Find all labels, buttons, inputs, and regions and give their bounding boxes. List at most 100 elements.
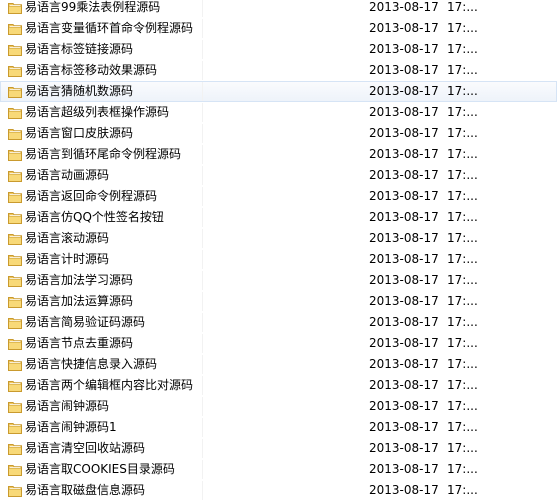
time-modified: 17:... xyxy=(447,0,478,14)
file-row[interactable]: 易语言清空回收站源码 2013-08-17 17:... xyxy=(0,438,557,459)
date-modified: 2013-08-17 xyxy=(369,42,439,56)
folder-icon xyxy=(8,107,22,119)
file-name-cell[interactable]: 易语言取磁盘信息源码 xyxy=(1,481,201,500)
time-modified: 17:... xyxy=(447,210,478,224)
column-separator xyxy=(202,229,203,248)
folder-icon xyxy=(8,296,22,308)
file-name-cell[interactable]: 易语言加法学习源码 xyxy=(1,271,201,290)
file-row[interactable]: 易语言取磁盘信息源码 2013-08-17 17:... xyxy=(0,480,557,501)
file-row[interactable]: 易语言返回命令例程源码 2013-08-17 17:... xyxy=(0,186,557,207)
file-row[interactable]: 易语言窗口皮肤源码 2013-08-17 17:... xyxy=(0,123,557,144)
file-row[interactable]: 易语言计时源码 2013-08-17 17:... xyxy=(0,249,557,270)
file-name: 易语言超级列表框操作源码 xyxy=(25,105,170,119)
date-modified: 2013-08-17 xyxy=(369,399,439,413)
file-row[interactable]: 易语言闹钟源码1 2013-08-17 17:... xyxy=(0,417,557,438)
file-name: 易语言99乘法表例程源码 xyxy=(25,0,161,14)
date-modified: 2013-08-17 xyxy=(369,315,439,329)
file-name-cell[interactable]: 易语言仿QQ个性签名按钮 xyxy=(1,208,201,227)
file-name: 易语言变量循环首命令例程源码 xyxy=(25,21,194,35)
file-name-cell[interactable]: 易语言闹钟源码 xyxy=(1,397,201,416)
folder-icon xyxy=(8,380,22,392)
time-modified: 17:... xyxy=(447,357,478,371)
file-name-cell[interactable]: 易语言返回命令例程源码 xyxy=(1,187,201,206)
file-name-cell[interactable]: 易语言到循环尾命令例程源码 xyxy=(1,145,201,164)
folder-icon xyxy=(8,443,22,455)
file-name-cell[interactable]: 易语言滚动源码 xyxy=(1,229,201,248)
date-modified: 2013-08-17 xyxy=(369,336,439,350)
file-name-cell[interactable]: 易语言变量循环首命令例程源码 xyxy=(1,19,201,38)
file-row[interactable]: 易语言快捷信息录入源码 2013-08-17 17:... xyxy=(0,354,557,375)
column-separator xyxy=(202,292,203,311)
column-separator xyxy=(202,418,203,437)
file-name-cell[interactable]: 易语言标签链接源码 xyxy=(1,40,201,59)
folder-icon xyxy=(8,170,22,182)
column-separator xyxy=(202,313,203,332)
date-modified: 2013-08-17 xyxy=(369,252,439,266)
folder-icon xyxy=(8,254,22,266)
time-modified: 17:... xyxy=(447,168,478,182)
file-name-cell[interactable]: 易语言猜随机数源码 xyxy=(1,82,201,101)
file-name: 易语言加法学习源码 xyxy=(25,273,134,287)
file-row[interactable]: 易语言变量循环首命令例程源码 2013-08-17 17:... xyxy=(0,18,557,39)
column-separator xyxy=(202,166,203,185)
file-row[interactable]: 易语言加法学习源码 2013-08-17 17:... xyxy=(0,270,557,291)
file-name-cell[interactable]: 易语言动画源码 xyxy=(1,166,201,185)
file-name: 易语言节点去重源码 xyxy=(25,336,134,350)
date-modified: 2013-08-17 xyxy=(369,231,439,245)
file-row[interactable]: 易语言闹钟源码 2013-08-17 17:... xyxy=(0,396,557,417)
file-name-cell[interactable]: 易语言快捷信息录入源码 xyxy=(1,355,201,374)
date-modified: 2013-08-17 xyxy=(369,21,439,35)
file-name-cell[interactable]: 易语言简易验证码源码 xyxy=(1,313,201,332)
folder-icon xyxy=(8,422,22,434)
file-row[interactable]: 易语言动画源码 2013-08-17 17:... xyxy=(0,165,557,186)
file-name: 易语言取磁盘信息源码 xyxy=(25,483,146,497)
column-separator xyxy=(202,145,203,164)
file-name-cell[interactable]: 易语言计时源码 xyxy=(1,250,201,269)
time-modified: 17:... xyxy=(447,315,478,329)
file-name: 易语言简易验证码源码 xyxy=(25,315,146,329)
file-name-cell[interactable]: 易语言加法运算源码 xyxy=(1,292,201,311)
file-name-cell[interactable]: 易语言标签移动效果源码 xyxy=(1,61,201,80)
file-name-cell[interactable]: 易语言99乘法表例程源码 xyxy=(1,0,201,17)
file-name: 易语言猜随机数源码 xyxy=(25,84,134,98)
date-modified: 2013-08-17 xyxy=(369,84,439,98)
file-row[interactable]: 易语言取COOKIES目录源码 2013-08-17 17:... xyxy=(0,459,557,480)
folder-icon xyxy=(8,464,22,476)
file-row[interactable]: 易语言节点去重源码 2013-08-17 17:... xyxy=(0,333,557,354)
file-row[interactable]: 易语言仿QQ个性签名按钮 2013-08-17 17:... xyxy=(0,207,557,228)
column-separator xyxy=(202,355,203,374)
date-modified: 2013-08-17 xyxy=(369,483,439,497)
file-row[interactable]: 易语言超级列表框操作源码 2013-08-17 17:... xyxy=(0,102,557,123)
file-name-cell[interactable]: 易语言超级列表框操作源码 xyxy=(1,103,201,122)
column-separator xyxy=(202,481,203,500)
date-modified: 2013-08-17 xyxy=(369,189,439,203)
date-modified: 2013-08-17 xyxy=(369,168,439,182)
file-row[interactable]: 易语言标签移动效果源码 2013-08-17 17:... xyxy=(0,60,557,81)
folder-icon xyxy=(8,149,22,161)
file-row[interactable]: 易语言99乘法表例程源码 2013-08-17 17:... xyxy=(0,0,557,18)
file-row[interactable]: 易语言标签链接源码 2013-08-17 17:... xyxy=(0,39,557,60)
time-modified: 17:... xyxy=(447,420,478,434)
column-separator xyxy=(202,103,203,122)
file-name-cell[interactable]: 易语言取COOKIES目录源码 xyxy=(1,460,201,479)
column-separator xyxy=(202,250,203,269)
file-row[interactable]: 易语言加法运算源码 2013-08-17 17:... xyxy=(0,291,557,312)
time-modified: 17:... xyxy=(447,399,478,413)
column-separator xyxy=(202,460,203,479)
file-name-cell[interactable]: 易语言窗口皮肤源码 xyxy=(1,124,201,143)
time-modified: 17:... xyxy=(447,231,478,245)
file-name-cell[interactable]: 易语言清空回收站源码 xyxy=(1,439,201,458)
file-name: 易语言清空回收站源码 xyxy=(25,441,146,455)
file-name-cell[interactable]: 易语言节点去重源码 xyxy=(1,334,201,353)
file-name: 易语言两个编辑框内容比对源码 xyxy=(25,378,194,392)
file-list: 易语言99乘法表例程源码 2013-08-17 17:... 易语言变量循环首命令例程… xyxy=(0,0,557,501)
file-name-cell[interactable]: 易语言两个编辑框内容比对源码 xyxy=(1,376,201,395)
file-row[interactable]: 易语言猜随机数源码 2013-08-17 17:... xyxy=(0,81,557,102)
file-row[interactable]: 易语言到循环尾命令例程源码 2013-08-17 17:... xyxy=(0,144,557,165)
file-row[interactable]: 易语言滚动源码 2013-08-17 17:... xyxy=(0,228,557,249)
file-name-cell[interactable]: 易语言闹钟源码1 xyxy=(1,418,201,437)
file-row[interactable]: 易语言简易验证码源码 2013-08-17 17:... xyxy=(0,312,557,333)
date-modified: 2013-08-17 xyxy=(369,357,439,371)
column-separator xyxy=(202,0,203,17)
file-row[interactable]: 易语言两个编辑框内容比对源码 2013-08-17 17:... xyxy=(0,375,557,396)
